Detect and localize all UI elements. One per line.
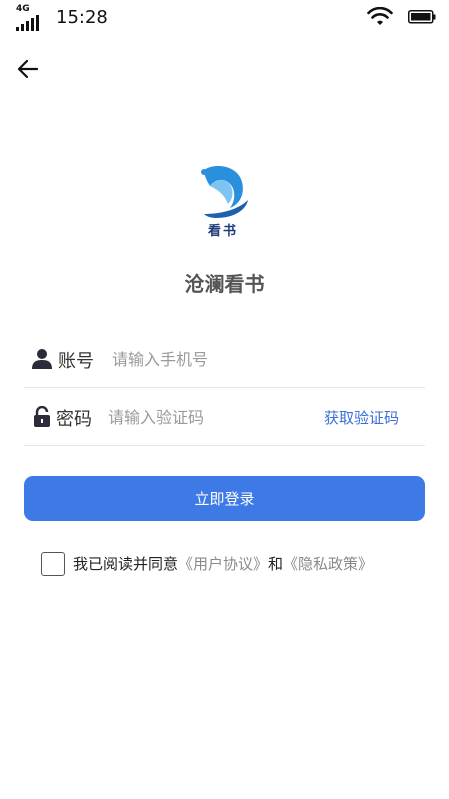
account-label: 账号 xyxy=(58,351,94,372)
lock-icon xyxy=(34,406,50,427)
code-label: 密码 xyxy=(56,409,92,430)
network-type: 4G xyxy=(16,4,30,14)
account-row: 账号 xyxy=(24,330,425,388)
back-button[interactable] xyxy=(14,56,42,82)
wave-logo-icon xyxy=(201,166,248,218)
status-bar: 4G 15:28 xyxy=(0,0,449,36)
user-agreement-link[interactable]: 《用户协议》 xyxy=(178,553,268,574)
battery-icon xyxy=(408,10,436,24)
agreement-conjunction: 和 xyxy=(268,555,284,573)
agreement-prefix: 我已阅读并同意 xyxy=(73,555,179,573)
code-input[interactable] xyxy=(108,400,308,434)
signal-icon: 4G xyxy=(16,4,42,31)
user-icon xyxy=(32,349,52,369)
wifi-icon xyxy=(367,7,393,25)
arrow-left-icon xyxy=(17,59,39,79)
clock: 15:28 xyxy=(56,7,108,28)
get-code-button[interactable]: 获取验证码 xyxy=(324,407,399,428)
phone-input[interactable] xyxy=(112,342,412,376)
logo-text: 看书 xyxy=(207,224,238,239)
privacy-policy-link[interactable]: 《隐私政策》 xyxy=(283,553,373,574)
login-button[interactable]: 立即登录 xyxy=(24,476,425,521)
agreement-row: 我已阅读并同意 《用户协议》 和 《隐私政策》 xyxy=(41,551,373,576)
agree-checkbox[interactable] xyxy=(41,551,65,576)
app-name: 沧澜看书 xyxy=(184,272,265,296)
login-page: 4G 15:28 看书 沧澜看书 账号 请输入手机号 密码 请输入验证码 获取验… xyxy=(0,0,449,799)
code-row: 密码 获取验证码 xyxy=(24,388,425,446)
app-logo: 看书 xyxy=(190,164,258,242)
